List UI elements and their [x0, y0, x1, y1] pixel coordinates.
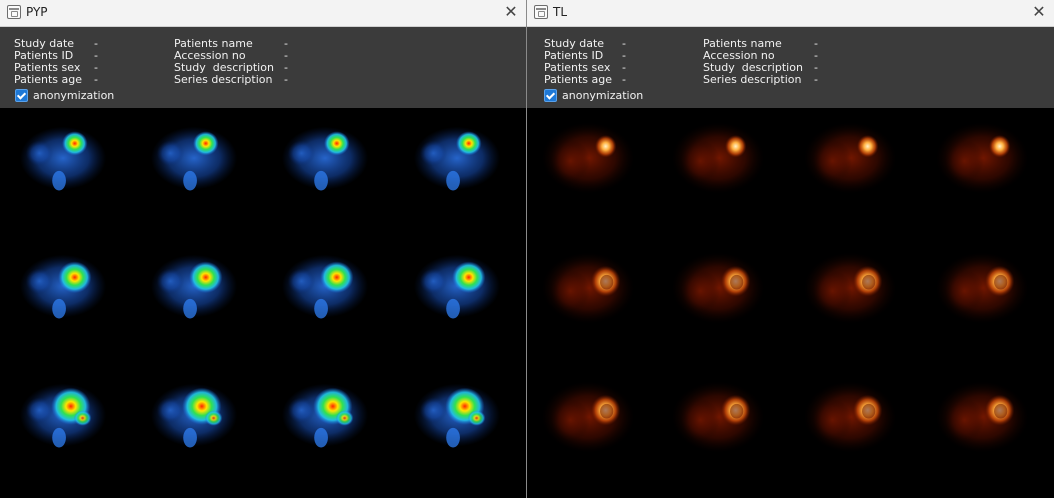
slice-thumbnail[interactable]: [671, 242, 769, 340]
slice-thumbnail[interactable]: [145, 371, 243, 469]
info-column-right: Patients name - Accession no - Study descr…: [703, 38, 818, 86]
info-column-left: Study date - Patients ID - Patients sex - P…: [544, 38, 626, 86]
title-bar[interactable]: TL ✕: [527, 0, 1054, 27]
slice-thumbnail[interactable]: [14, 114, 112, 212]
slice-thumbnail[interactable]: [803, 242, 901, 340]
slice-thumbnail[interactable]: [276, 114, 374, 212]
pyp-viewer-window: PYP ✕ Study date - Patients ID - Patients …: [0, 0, 526, 498]
slice-thumbnail[interactable]: [408, 371, 506, 469]
slice-thumbnail[interactable]: [803, 112, 901, 210]
info-row-series-description: Series description -: [174, 73, 288, 86]
info-column-right: Patients name - Accession no - Study descr…: [174, 38, 288, 86]
slice-thumbnail[interactable]: [541, 371, 639, 469]
slice-thumbnail[interactable]: [145, 242, 243, 340]
slice-thumbnail[interactable]: [276, 371, 374, 469]
slice-thumbnail[interactable]: [541, 242, 639, 340]
slice-thumbnail[interactable]: [671, 112, 769, 210]
app-icon: [7, 5, 21, 19]
checkmark-icon[interactable]: [15, 89, 28, 102]
title-bar[interactable]: PYP ✕: [0, 0, 526, 27]
tl-viewer-window: TL ✕ Study date - Patients ID - Patients s…: [527, 0, 1054, 498]
slice-thumbnail[interactable]: [671, 371, 769, 469]
slice-thumbnail[interactable]: [14, 242, 112, 340]
window-title: TL: [553, 5, 568, 19]
image-grid[interactable]: [527, 109, 1054, 498]
slice-thumbnail[interactable]: [935, 242, 1033, 340]
window-title: PYP: [26, 5, 48, 19]
slice-thumbnail[interactable]: [145, 114, 243, 212]
close-icon[interactable]: ✕: [496, 0, 526, 26]
slice-thumbnail[interactable]: [276, 242, 374, 340]
info-row-patients-age: Patients age -: [544, 73, 626, 86]
study-info-panel: Study date - Patients ID - Patients sex - P…: [0, 27, 526, 108]
image-grid[interactable]: [0, 109, 526, 498]
slice-thumbnail[interactable]: [408, 114, 506, 212]
close-icon[interactable]: ✕: [1024, 0, 1054, 26]
app-icon: [534, 5, 548, 19]
info-row-patients-age: Patients age -: [14, 73, 98, 86]
slice-thumbnail[interactable]: [408, 242, 506, 340]
info-column-left: Study date - Patients ID - Patients sex - P…: [14, 38, 98, 86]
slice-thumbnail[interactable]: [541, 112, 639, 210]
checkmark-icon[interactable]: [544, 89, 557, 102]
slice-thumbnail[interactable]: [14, 371, 112, 469]
study-info-panel: Study date - Patients ID - Patients sex - P…: [527, 27, 1054, 108]
info-row-series-description: Series description -: [703, 73, 818, 86]
slice-thumbnail[interactable]: [935, 112, 1033, 210]
slice-thumbnail[interactable]: [803, 371, 901, 469]
slice-thumbnail[interactable]: [935, 371, 1033, 469]
